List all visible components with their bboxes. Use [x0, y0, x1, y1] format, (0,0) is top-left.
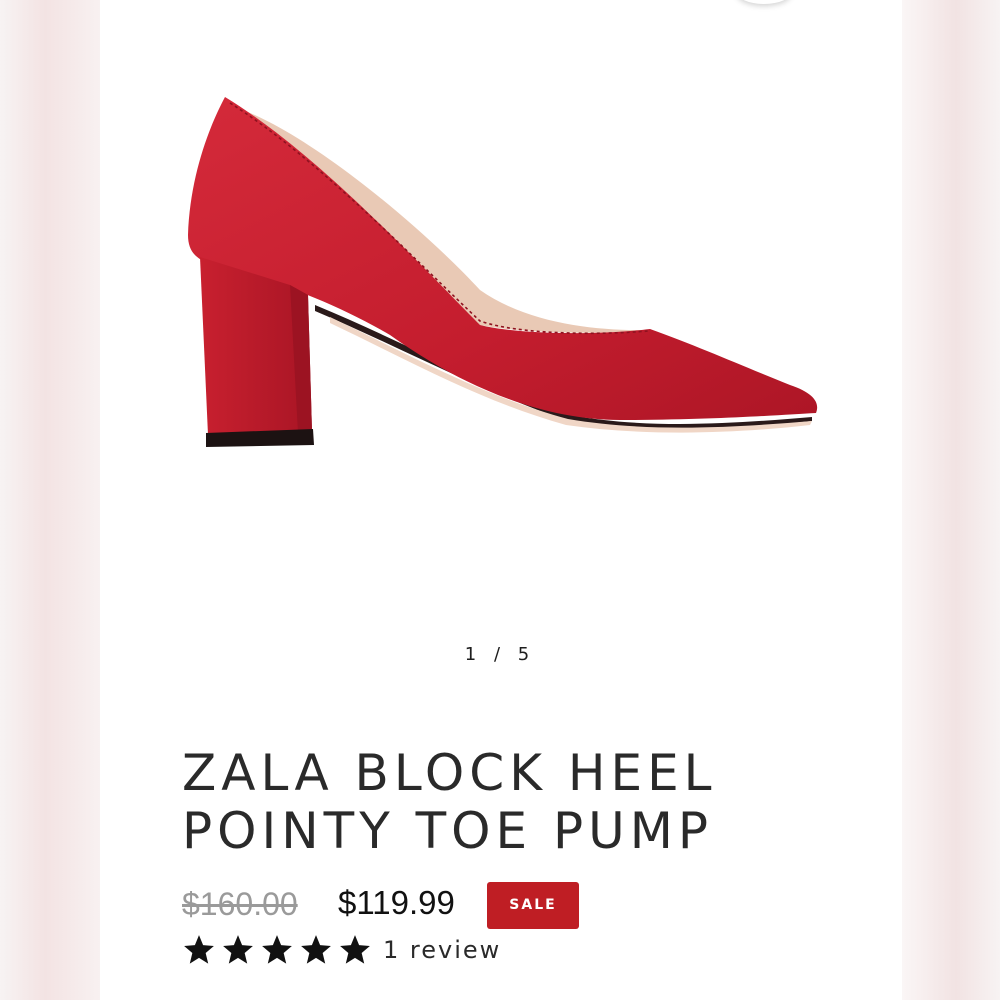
left-backdrop [0, 0, 100, 1000]
pager-separator: / [493, 644, 507, 665]
product-title-line1: ZALA BLOCK HEEL [182, 744, 717, 802]
star-icon [301, 935, 331, 964]
original-price: $160.00 [182, 886, 298, 922]
pager-current: 1 [464, 644, 483, 665]
rating-row: 1 review [182, 930, 501, 970]
star-icon [340, 935, 370, 964]
review-count-link[interactable]: 1 review [383, 936, 501, 964]
product-title-line2: POINTY TOE PUMP [182, 802, 714, 860]
sale-price: $119.99 [338, 884, 455, 921]
right-backdrop [902, 0, 1000, 1000]
gallery-pager: 1 / 5 [440, 644, 560, 665]
star-icon [184, 935, 214, 964]
star-icon [223, 935, 253, 964]
product-image[interactable] [180, 85, 830, 455]
star-icon [262, 935, 292, 964]
product-title: ZALA BLOCK HEEL POINTY TOE PUMP [182, 744, 882, 860]
pager-total: 5 [517, 644, 536, 665]
sale-badge: SALE [487, 882, 579, 929]
